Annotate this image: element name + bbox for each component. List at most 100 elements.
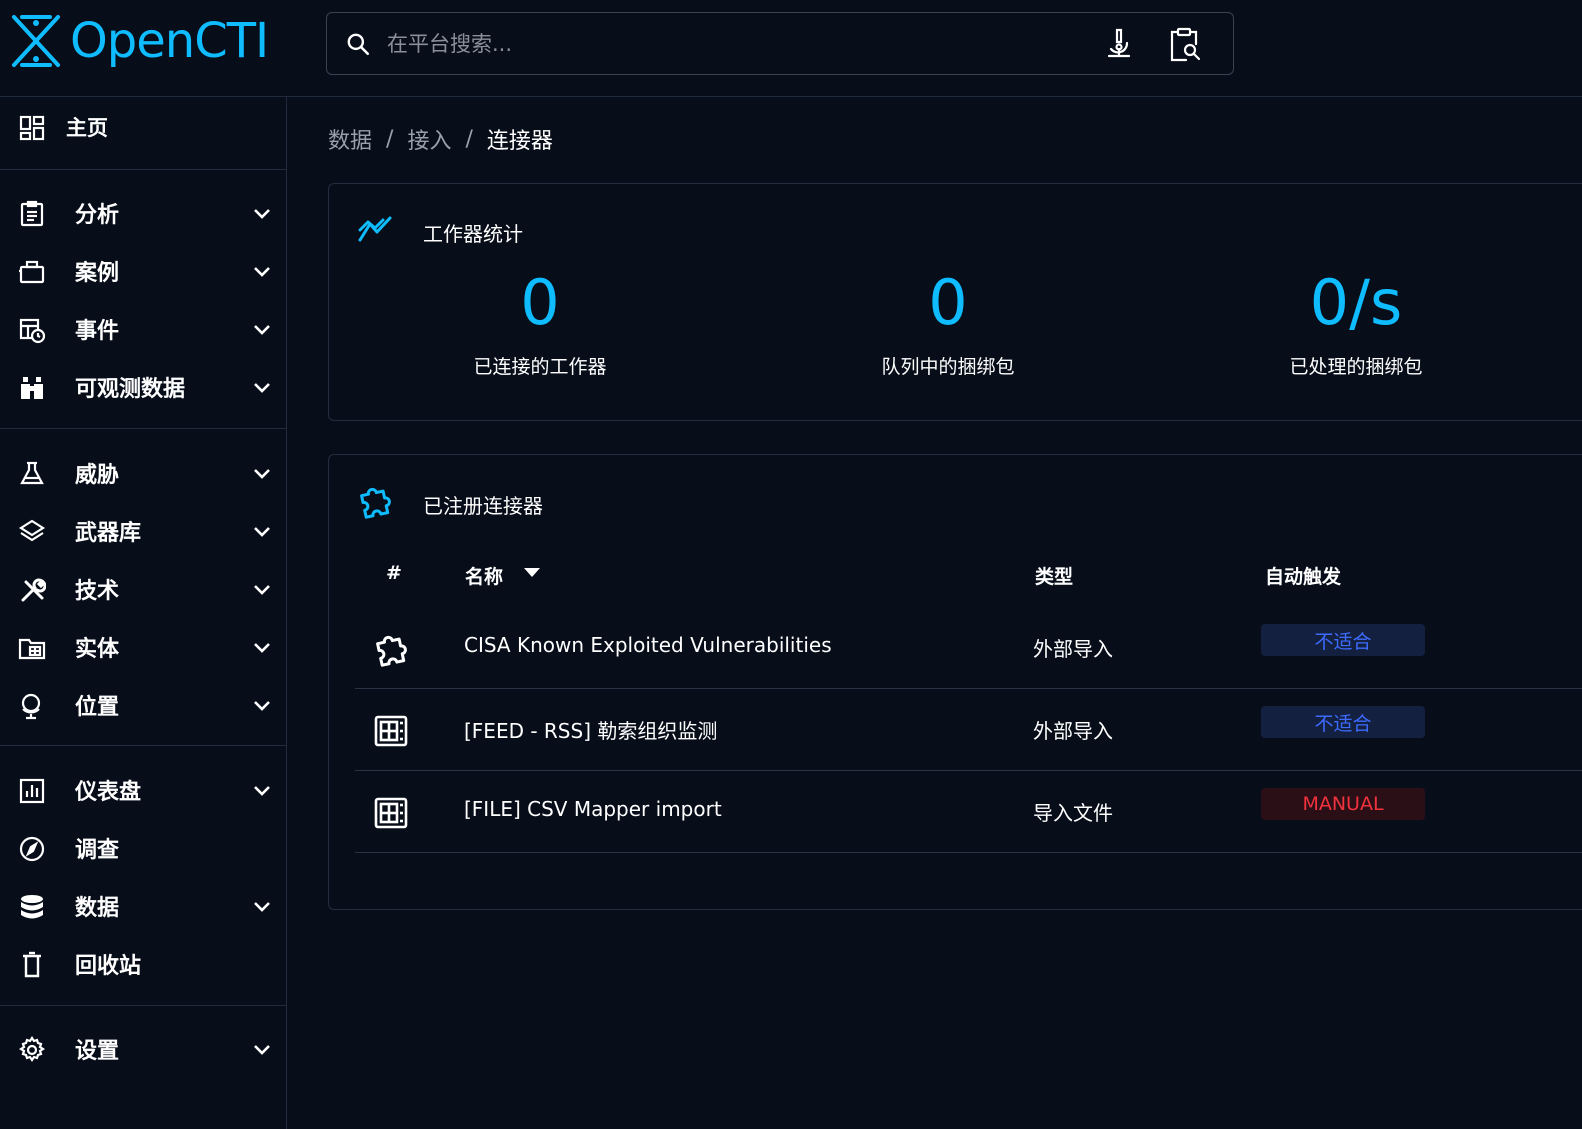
microscope-icon[interactable] [1103, 27, 1135, 61]
sidebar-item-label: 分析 [75, 203, 120, 228]
column-header-auto-trigger[interactable]: 自动触发 [1265, 562, 1341, 589]
compass-icon [19, 836, 45, 862]
breadcrumb-connectors: 连接器 [486, 129, 553, 154]
panel-title: 已注册连接器 [423, 494, 543, 518]
sidebar-item-investigations[interactable]: 调查 [0, 823, 286, 873]
sidebar-item-entities[interactable]: 实体 [0, 622, 286, 672]
sidebar-item-label: 技术 [75, 579, 120, 604]
logo-mark-icon [12, 15, 60, 67]
binoculars-icon [21, 377, 43, 399]
search-icon [347, 33, 370, 55]
feed-icon [374, 797, 408, 829]
breadcrumb: 数据 / 接入 / 连接器 [328, 122, 553, 156]
connector-type: 外部导入 [1033, 637, 1113, 661]
calendar-clock-icon [19, 318, 46, 344]
sidebar-item-label: 位置 [75, 695, 120, 720]
sidebar-item-label: 事件 [75, 319, 120, 344]
sidebar-item-observations[interactable]: 可观测数据 [0, 362, 286, 412]
global-search [326, 12, 1234, 75]
sidebar-item-cases[interactable]: 案例 [0, 246, 286, 296]
chevron-down-icon [254, 469, 270, 479]
trash-icon [23, 951, 41, 978]
stat-value: 0 [928, 266, 968, 339]
connector-type: 导入文件 [1033, 801, 1113, 825]
sidebar: 主页 分析 案例 事件 可观测数据 威胁 武器库 技术 实体 位置 仪表盘 调查… [0, 97, 287, 1129]
auto-trigger-badge: MANUAL [1261, 788, 1425, 820]
stat-label: 已连接的工作器 [473, 356, 607, 378]
logo-text: OpenCTI [70, 13, 269, 69]
database-icon [21, 895, 43, 919]
worker-stats-panel: 工作器统计 0 已连接的工作器 0 队列中的捆绑包 0/s 已处理的捆绑包 [328, 183, 1582, 421]
sidebar-item-label: 回收站 [75, 954, 142, 979]
search-input[interactable] [387, 31, 1067, 56]
globe-icon [21, 693, 41, 720]
sidebar-item-label: 可观测数据 [75, 377, 186, 402]
breadcrumb-ingestion[interactable]: 接入 [407, 123, 451, 155]
tools-icon [21, 578, 46, 602]
table-row[interactable]: [FEED - RSS] 勒索组织监测 外部导入 不适合 [355, 689, 1582, 771]
panel-title: 工作器统计 [423, 222, 523, 246]
chevron-down-icon [254, 325, 270, 335]
opencti-logo[interactable]: OpenCTI [6, 10, 269, 72]
connector-name: [FILE] CSV Mapper import [464, 797, 722, 821]
sidebar-item-label: 数据 [75, 896, 120, 921]
puzzle-icon [376, 635, 407, 667]
stat-connected-workers: 0 已连接的工作器 [380, 268, 700, 379]
sidebar-item-techniques[interactable]: 技术 [0, 564, 286, 614]
sidebar-item-events[interactable]: 事件 [0, 304, 286, 354]
stat-processed-bundles: 0/s 已处理的捆绑包 [1196, 268, 1516, 379]
auto-trigger-badge: 不适合 [1261, 624, 1425, 656]
layers-icon [18, 519, 46, 542]
sidebar-item-label: 主页 [66, 116, 108, 140]
sort-descending-icon[interactable] [523, 567, 541, 579]
column-header-name[interactable]: 名称 [465, 562, 503, 589]
connector-name: [FEED - RSS] 勒索组织监测 [464, 719, 718, 743]
table-row[interactable]: [FILE] CSV Mapper import 导入文件 MANUAL [355, 771, 1582, 853]
column-header-type[interactable]: 类型 [1035, 562, 1073, 589]
auto-trigger-badge: 不适合 [1261, 706, 1425, 738]
connector-type: 外部导入 [1033, 719, 1113, 743]
flask-icon [20, 461, 44, 485]
connectors-panel: 已注册连接器 # 名称 类型 自动触发 CISA Known Exploited… [328, 454, 1582, 910]
stat-label: 已处理的捆绑包 [1289, 356, 1423, 378]
column-header-index: # [386, 562, 402, 584]
dashboard-grid-icon [19, 115, 45, 141]
stat-queued-bundles: 0 队列中的捆绑包 [788, 268, 1108, 379]
chevron-down-icon [254, 786, 270, 796]
gear-icon [19, 1036, 45, 1062]
puzzle-icon [360, 487, 391, 519]
stat-value: 0 [520, 266, 560, 339]
sidebar-item-locations[interactable]: 位置 [0, 680, 286, 730]
chevron-down-icon [254, 383, 270, 393]
sidebar-item-label: 武器库 [75, 521, 142, 546]
sidebar-item-arsenal[interactable]: 武器库 [0, 506, 286, 556]
table-row[interactable]: CISA Known Exploited Vulnerabilities 外部导… [355, 607, 1582, 689]
sidebar-item-data[interactable]: 数据 [0, 881, 286, 931]
connector-name: CISA Known Exploited Vulnerabilities [464, 633, 832, 657]
breadcrumb-separator: / [386, 126, 394, 152]
sidebar-item-label: 威胁 [75, 463, 120, 488]
sidebar-item-trash[interactable]: 回收站 [0, 939, 286, 989]
sidebar-item-settings[interactable]: 设置 [0, 1024, 286, 1074]
stat-label: 队列中的捆绑包 [881, 356, 1015, 378]
sidebar-item-label: 实体 [75, 637, 120, 662]
breadcrumb-separator: / [465, 126, 473, 152]
chart-box-icon [19, 778, 45, 804]
briefcase-icon [19, 260, 45, 284]
sidebar-item-dashboards[interactable]: 仪表盘 [0, 765, 286, 815]
sidebar-divider [0, 1005, 286, 1006]
sidebar-divider [0, 428, 286, 429]
sidebar-item-analysis[interactable]: 分析 [0, 188, 286, 238]
chevron-down-icon [254, 902, 270, 912]
top-bar: OpenCTI [0, 0, 1582, 97]
sidebar-item-label: 仪表盘 [75, 780, 142, 805]
sidebar-divider [0, 745, 286, 746]
sidebar-item-home[interactable]: 主页 [0, 102, 286, 152]
chevron-down-icon [254, 585, 270, 595]
clipboard-search-icon[interactable] [1167, 27, 1203, 63]
stat-value: 0/s [1309, 266, 1403, 339]
sidebar-item-threats[interactable]: 威胁 [0, 448, 286, 498]
breadcrumb-data[interactable]: 数据 [328, 123, 372, 155]
clipboard-icon [20, 200, 44, 227]
sidebar-divider [0, 169, 286, 170]
